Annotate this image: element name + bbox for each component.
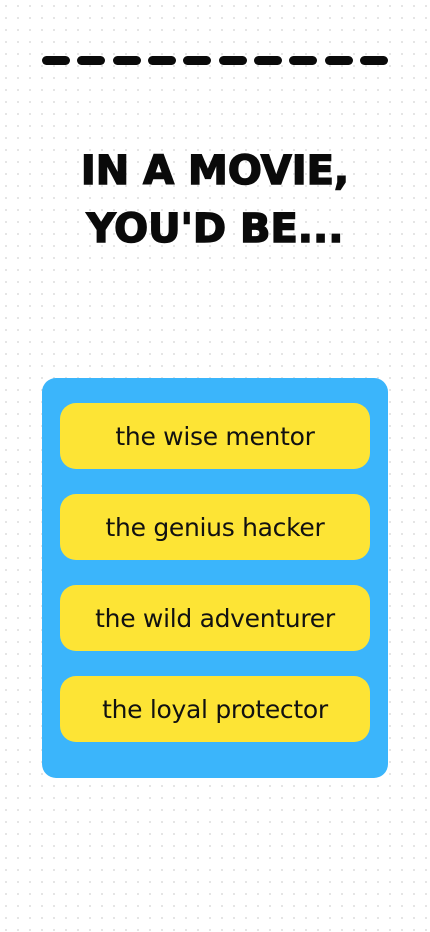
- progress-segment: [324, 56, 353, 65]
- progress-segment: [218, 56, 247, 65]
- answer-panel: the wise mentor the genius hacker the wi…: [42, 378, 388, 778]
- answer-option-genius-hacker[interactable]: the genius hacker: [60, 494, 370, 560]
- answer-option-wild-adventurer[interactable]: the wild adventurer: [60, 585, 370, 651]
- question-line-1: IN A MOVIE,: [80, 147, 350, 195]
- answer-option-loyal-protector[interactable]: the loyal protector: [60, 676, 370, 742]
- answer-option-wise-mentor[interactable]: the wise mentor: [60, 403, 370, 469]
- progress-segment: [147, 56, 176, 65]
- progress-bar: [42, 56, 388, 68]
- progress-segment: [289, 56, 318, 65]
- question-title: IN A MOVIE, YOU'D BE...: [20, 142, 410, 258]
- progress-segment: [183, 56, 212, 65]
- question-line-2: YOU'D BE...: [86, 205, 344, 253]
- progress-segment: [42, 56, 70, 65]
- progress-segment: [253, 56, 282, 65]
- progress-segment: [112, 56, 141, 65]
- progress-segment: [77, 56, 106, 65]
- progress-segment: [359, 56, 388, 65]
